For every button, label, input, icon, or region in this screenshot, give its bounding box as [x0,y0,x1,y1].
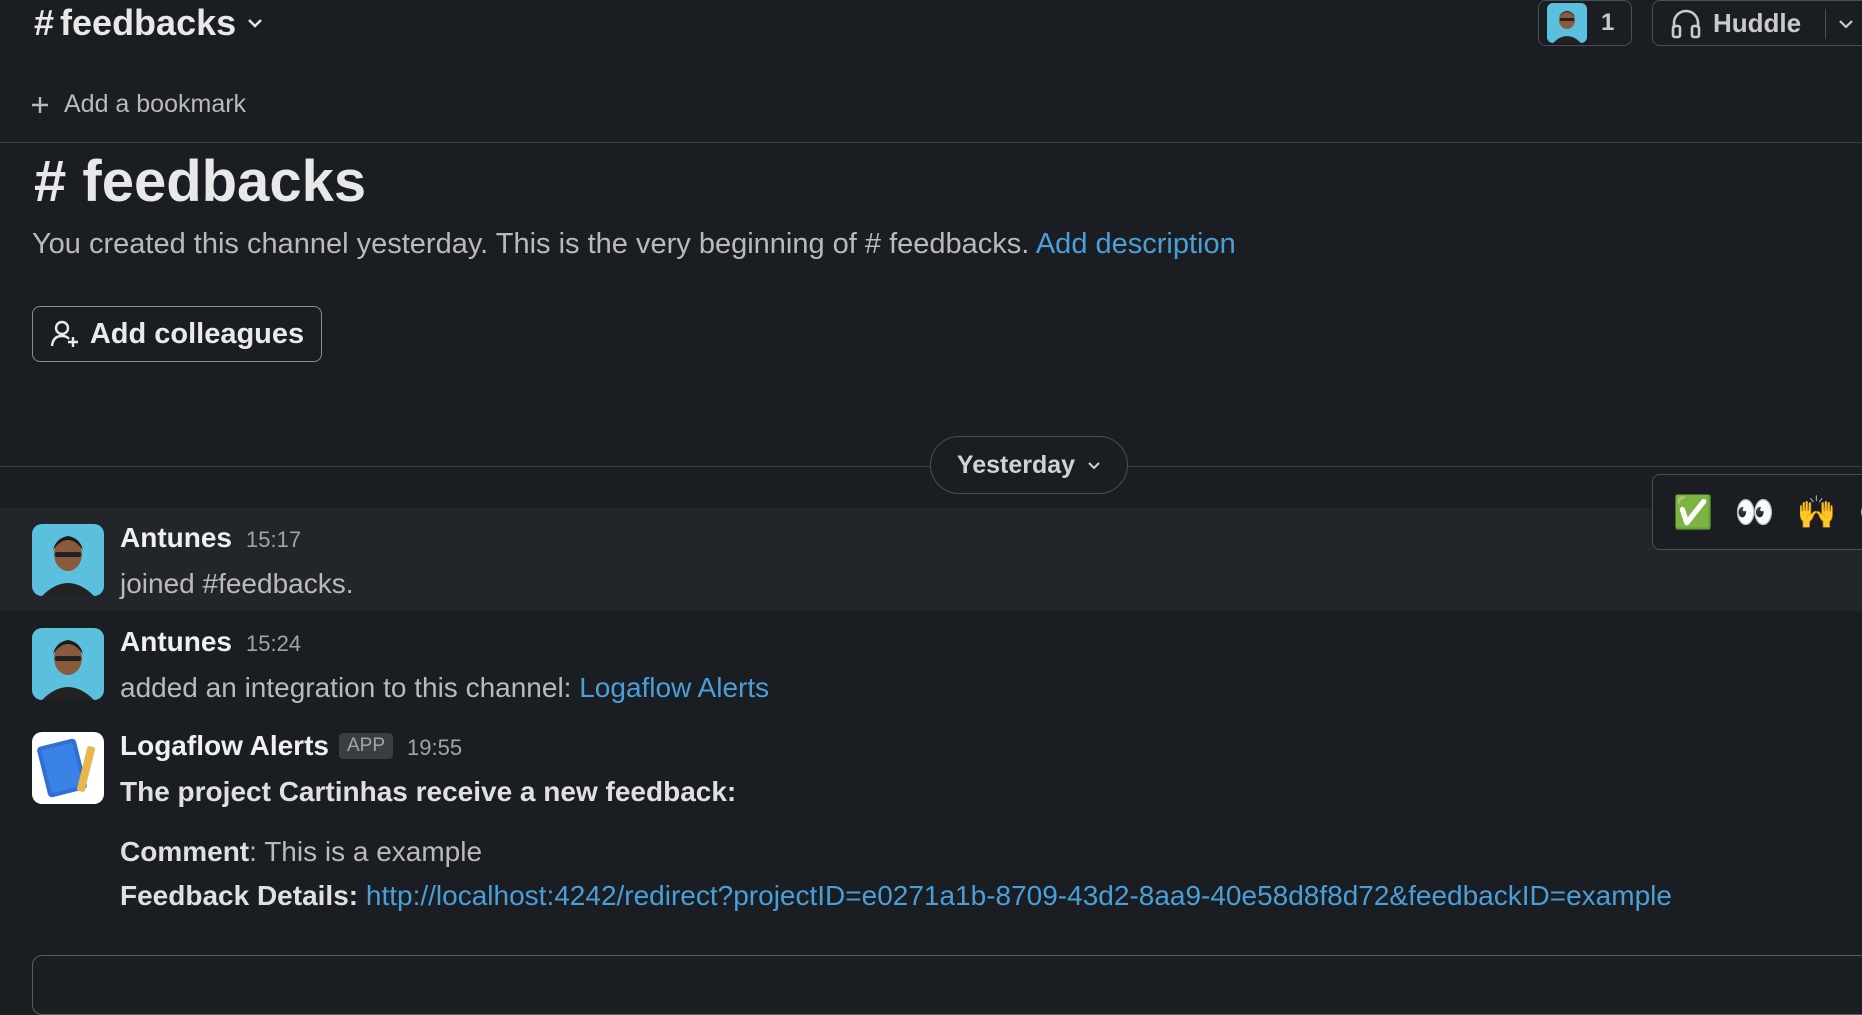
app-avatar[interactable] [32,732,104,804]
message-text: joined #feedbacks. [120,568,354,600]
channel-hash-icon: # [34,2,54,44]
message-time[interactable]: 15:24 [246,631,301,656]
feedback-headline: The project Cartinhas receive a new feed… [120,776,736,808]
details-label: Feedback Details: [120,880,358,911]
feedback-details: Feedback Details: http://localhost:4242/… [120,880,1672,912]
member-avatar [1547,3,1587,43]
add-user-icon [50,319,80,349]
bookmark-label: Add a bookmark [64,90,246,119]
header-divider [0,142,1862,143]
message-composer[interactable] [32,955,1862,1015]
message-time[interactable]: 19:55 [407,735,462,760]
add-colleagues-button[interactable]: Add colleagues [32,306,322,362]
channel-intro-hash: # [34,149,82,214]
reaction-eyes-icon[interactable]: 👀 [1735,493,1775,531]
message-header: Antunes 15:17 [120,522,301,554]
app-badge: APP [339,733,393,759]
add-description-link[interactable]: Add description [1036,228,1236,260]
reaction-check-icon[interactable]: ✅ [1673,493,1713,531]
intro-channel-ref: # feedbacks. [865,228,1029,260]
channel-name: feedbacks [60,2,236,44]
add-bookmark-button[interactable]: Add a bookmark [30,90,246,119]
headphones-icon [1669,6,1703,40]
chevron-down-icon [246,14,264,32]
comment-label: Comment [120,836,249,867]
comment-colon: : [249,836,264,867]
add-reaction-icon[interactable] [1859,500,1862,524]
comment-value: This is a example [264,836,482,867]
date-divider-button[interactable]: Yesterday [930,436,1128,494]
date-label: Yesterday [957,451,1075,480]
quick-reactions-bar: ✅ 👀 🙌 [1652,474,1862,550]
feedback-details-link[interactable]: http://localhost:4242/redirect?projectID… [366,880,1672,911]
message-time[interactable]: 15:17 [246,527,301,552]
avatar[interactable] [32,524,104,596]
feedback-comment: Comment: This is a example [120,836,482,868]
message-text: added an integration to this channel: Lo… [120,672,769,704]
member-count-button[interactable]: 1 [1538,0,1632,46]
avatar[interactable] [32,628,104,700]
intro-prefix: You created this channel yesterday. This… [32,228,865,260]
plus-icon [30,95,50,115]
member-count: 1 [1601,9,1614,37]
message-header: Antunes 15:24 [120,626,301,658]
message-author[interactable]: Antunes [120,626,232,657]
add-colleagues-label: Add colleagues [90,318,304,351]
message-header: Logaflow Alerts APP 19:55 [120,730,462,762]
channel-intro-name: feedbacks [82,149,366,214]
message-author[interactable]: Logaflow Alerts [120,730,329,761]
chevron-down-icon [1087,458,1101,472]
huddle-divider [1825,9,1826,39]
integration-link[interactable]: Logaflow Alerts [579,672,769,703]
message-author[interactable]: Antunes [120,522,232,553]
huddle-label: Huddle [1713,8,1801,39]
huddle-button[interactable]: Huddle [1652,0,1862,46]
message-text-prefix: added an integration to this channel: [120,672,579,703]
channel-intro-title: # feedbacks [34,148,366,215]
channel-header-title[interactable]: # feedbacks [34,2,264,44]
huddle-chevron-icon[interactable] [1837,15,1855,33]
reaction-raised-hands-icon[interactable]: 🙌 [1797,493,1837,531]
channel-intro-text: You created this channel yesterday. This… [32,228,1236,261]
